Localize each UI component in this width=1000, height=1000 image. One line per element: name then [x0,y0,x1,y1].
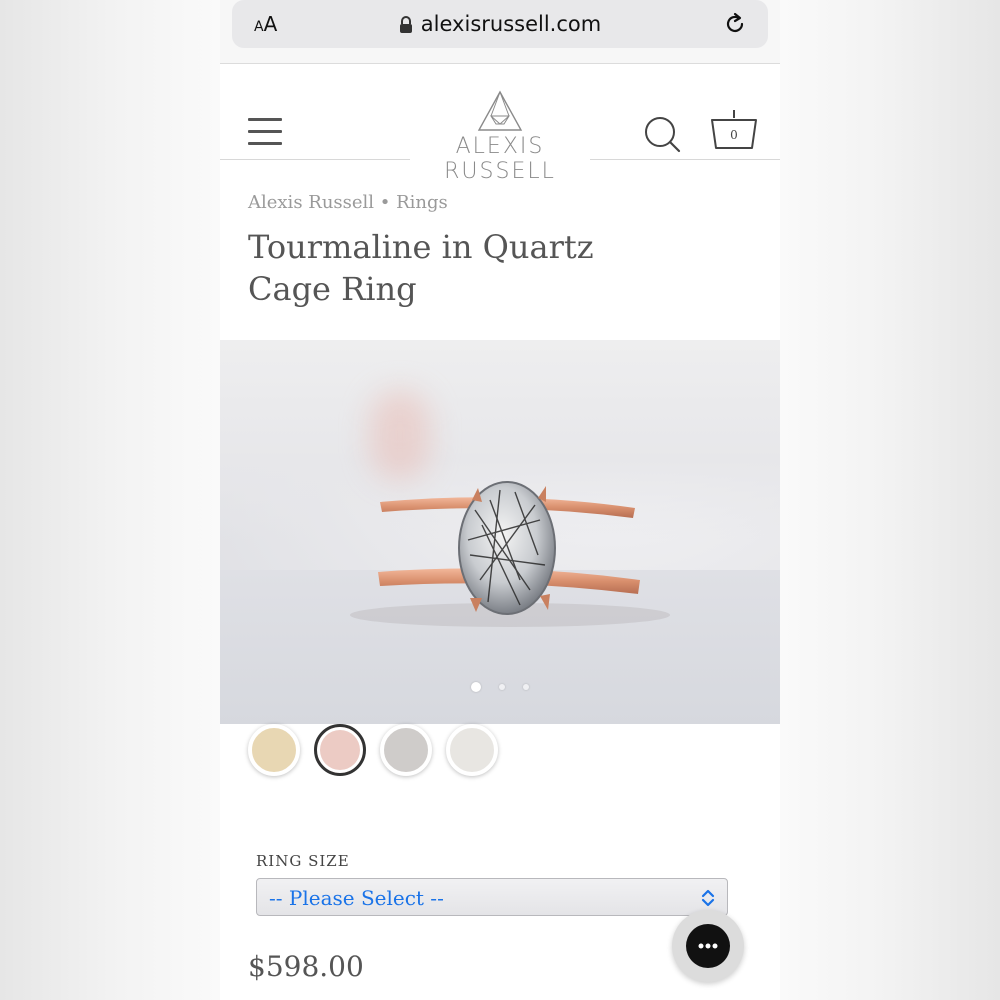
product-title-line2: Cage Ring [248,270,417,308]
address-bar[interactable]: AA alexisrussell.com [232,0,768,48]
carousel-dot-active[interactable] [471,682,481,692]
logo-gem-icon [477,90,523,131]
site-header: ALEXIS RUSSELL 0 [220,64,780,184]
carousel-dot[interactable] [499,684,505,690]
site-logo[interactable]: ALEXIS RUSSELL [410,90,590,184]
lock-icon [399,15,413,33]
metal-swatches [248,724,498,776]
carousel-pagination [220,682,780,692]
url-display[interactable]: alexisrussell.com [399,12,601,36]
logo-text: ALEXIS RUSSELL [410,134,590,184]
cart-icon[interactable]: 0 [710,108,758,152]
search-icon[interactable] [644,116,682,154]
mobile-viewport: AA alexisrussell.com ALEXIS RUSSELL 0 Al… [220,0,780,1000]
browser-toolbar: AA alexisrussell.com [220,0,780,64]
ring-size-label: RING SIZE [256,852,350,870]
ring-size-value: -- Please Select -- [269,886,444,910]
url-text: alexisrussell.com [420,12,602,36]
ring-photo [350,481,670,627]
product-title-line1: Tourmaline in Quartz [248,228,594,266]
product-title: Tourmaline in Quartz Cage Ring [248,226,648,310]
menu-icon[interactable] [248,118,282,146]
cart-count: 0 [730,128,738,142]
select-chevron-icon [699,888,717,908]
breadcrumb[interactable]: Alexis Russell • Rings [248,192,448,213]
product-price: $598.00 [248,950,364,983]
carousel-dot[interactable] [523,684,529,690]
swatch-rose-gold[interactable] [314,724,366,776]
product-image-carousel[interactable] [220,340,780,724]
reload-icon[interactable] [722,11,748,37]
swatch-silver[interactable] [380,724,432,776]
swatch-white-gold[interactable] [446,724,498,776]
text-size-button[interactable]: AA [254,12,277,36]
ring-size-select[interactable]: -- Please Select -- [256,878,728,916]
chat-icon [686,924,730,968]
swatch-yellow-gold[interactable] [248,724,300,776]
chat-button[interactable] [672,910,744,982]
